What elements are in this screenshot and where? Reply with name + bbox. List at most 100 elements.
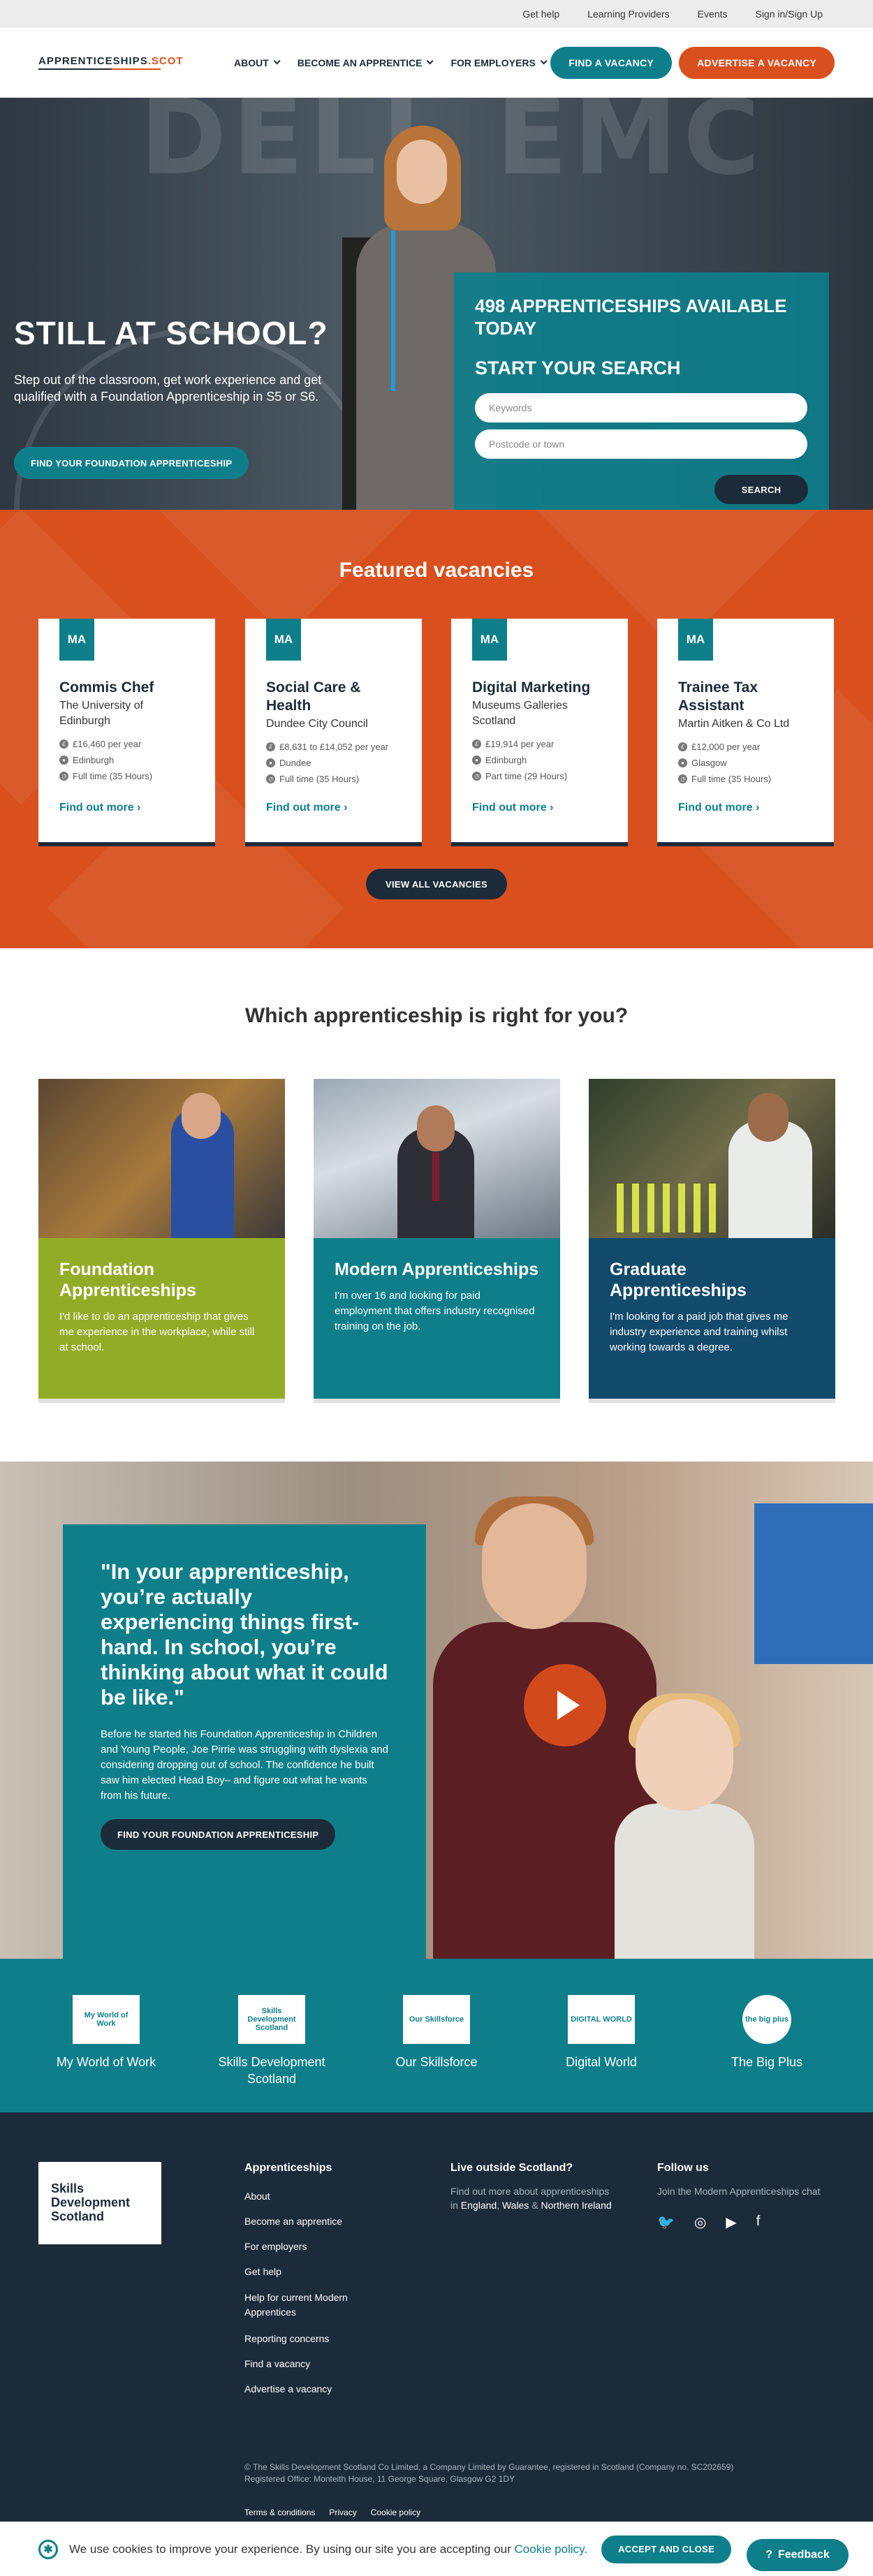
play-video-icon[interactable]: [524, 1664, 606, 1746]
feedback-button[interactable]: ? Feedback: [747, 2539, 849, 2571]
foundation-apprenticeship-card[interactable]: Foundation Apprenticeships I'd like to d…: [38, 1079, 285, 1403]
footer-link-get-help[interactable]: Get help: [244, 2265, 384, 2278]
view-all-vacancies-button[interactable]: VIEW ALL VACANCIES: [366, 869, 507, 899]
money-icon: £: [266, 742, 275, 751]
hero-title: STILL AT SCHOOL?: [14, 315, 328, 351]
vacancy-card[interactable]: MA Social Care & Health Dundee City Coun…: [245, 619, 422, 846]
nav-for-employers[interactable]: For employers: [450, 57, 548, 68]
nav-become-apprentice[interactable]: Become an apprentice: [298, 57, 434, 68]
footer-link-reporting-concerns[interactable]: Reporting concerns: [244, 2332, 384, 2345]
accept-cookies-button[interactable]: ACCEPT AND CLOSE: [601, 2535, 732, 2563]
chevron-down-icon: [427, 57, 434, 65]
vacancy-employer: The University of Edinburgh: [59, 700, 144, 727]
vacancy-card[interactable]: MA Digital Marketing Museums Galleries S…: [451, 619, 628, 846]
footer-link-become-apprentice[interactable]: Become an apprentice: [244, 2215, 384, 2228]
site-footer: Skills Development Scotland Apprenticesh…: [0, 2112, 873, 2576]
footer-link-find-vacancy[interactable]: Find a vacancy: [244, 2357, 384, 2370]
testimonial-quote: "In your apprenticeship, you’re actually…: [101, 1559, 388, 1709]
vacancy-pay: £ £12,000 per year: [678, 742, 813, 752]
partner-digital-world[interactable]: DIGITAL WORLD Digital World: [531, 1995, 671, 2070]
footer-link-wales[interactable]: Wales: [502, 2200, 529, 2211]
graduate-apprenticeship-card[interactable]: Graduate Apprenticeships I'm looking for…: [589, 1079, 835, 1403]
search-button[interactable]: SEARCH: [714, 475, 808, 504]
find-out-more-link[interactable]: Find out more ›: [472, 802, 553, 814]
vacancy-employer: Martin Aitken & Co Ltd: [678, 718, 790, 730]
vacancy-location: ● Dundee: [266, 758, 401, 768]
section-heading: Which apprenticeship is right for you?: [244, 1004, 629, 1027]
util-link-events[interactable]: Events: [698, 8, 728, 20]
footer-link-for-employers[interactable]: For employers: [244, 2240, 384, 2253]
card-text: I'm over 16 and looking for paid employm…: [335, 1290, 535, 1332]
featured-heading: Featured vacancies: [339, 559, 534, 582]
chevron-down-icon: [273, 57, 281, 65]
util-link-learning-providers[interactable]: Learning Providers: [587, 8, 670, 20]
card-title: Modern Apprenticeships: [335, 1260, 539, 1279]
footer-link-england[interactable]: England: [461, 2200, 497, 2211]
chat-icon: ?: [765, 2549, 772, 2561]
find-out-more-link[interactable]: Find out more ›: [678, 802, 759, 814]
modern-apprenticeship-card[interactable]: Modern Apprenticeships I'm over 16 and l…: [314, 1079, 560, 1403]
partner-skills-development-scotland[interactable]: Skills Development Scotland Skills Devel…: [202, 1995, 342, 2087]
footer-link-northern-ireland[interactable]: Northern Ireland: [541, 2200, 611, 2211]
clock-icon: ◷: [678, 774, 687, 783]
partner-label: My World of Work: [56, 2055, 156, 2069]
find-out-more-link[interactable]: Find out more ›: [59, 802, 140, 814]
partner-the-big-plus[interactable]: the big plus The Big Plus: [697, 1995, 837, 2070]
footer-column-title: Follow us: [657, 2162, 709, 2174]
footer-follow-column: Follow us Join the Modern Apprenticeship…: [657, 2162, 825, 2231]
logo-underline: [38, 68, 161, 70]
partner-my-world-of-work[interactable]: My World of Work My World of Work: [36, 1995, 176, 2070]
cookie-policy-link[interactable]: Cookie policy: [371, 2508, 420, 2517]
testimonial-video-section: "In your apprenticeship, you’re actually…: [0, 1462, 873, 1959]
vacancy-employer: Dundee City Council: [266, 718, 368, 730]
keywords-input[interactable]: Keywords: [475, 393, 807, 422]
find-out-more-link[interactable]: Find out more ›: [266, 802, 347, 814]
footer-sds-logo[interactable]: Skills Development Scotland: [38, 2162, 161, 2244]
vacancy-pay: £ £8,631 to £14,052 per year: [266, 742, 401, 752]
footer-link-advertise-vacancy[interactable]: Advertise a vacancy: [244, 2383, 384, 2395]
youtube-icon[interactable]: ▶: [726, 2214, 736, 2231]
privacy-link[interactable]: Privacy: [329, 2508, 356, 2517]
cookie-policy-inline-link[interactable]: Cookie policy.: [515, 2542, 588, 2556]
partner-label: The Big Plus: [731, 2055, 803, 2069]
card-image: [314, 1079, 560, 1238]
my-world-of-work-logo: My World of Work: [73, 1995, 140, 2044]
twitter-icon[interactable]: 🐦: [657, 2214, 675, 2231]
partner-links: My World of Work My World of Work Skills…: [0, 1959, 873, 2112]
location-pin-icon: ●: [59, 756, 68, 765]
find-vacancy-button[interactable]: FIND A VACANCY: [550, 46, 673, 79]
footer-apprenticeships-column: Apprenticeships About Become an apprenti…: [244, 2162, 384, 2395]
location-pin-icon: ●: [266, 758, 275, 767]
vacancy-hours: ◷ Full time (35 Hours): [59, 771, 194, 781]
hero-banner: DELL EMC STILL AT SCHOOL? Step out of th…: [0, 98, 873, 510]
hero-cta-button[interactable]: FIND YOUR FOUNDATION APPRENTICESHIP: [14, 447, 249, 479]
footer-column-title: Apprenticeships: [244, 2162, 332, 2174]
vacancy-title: Commis Chef: [59, 679, 154, 695]
card-panel: Foundation Apprenticeships I'd like to d…: [38, 1238, 285, 1399]
big-plus-logo: the big plus: [742, 1995, 791, 2044]
nav-about[interactable]: About: [234, 57, 281, 68]
instagram-icon[interactable]: ◎: [694, 2214, 706, 2231]
apprenticeships-count: 498 APPRENTICESHIPS AVAILABLE TODAY: [475, 295, 787, 339]
card-title: Foundation Apprenticeships: [59, 1260, 196, 1300]
sds-logo: Skills Development Scotland: [238, 1995, 305, 2044]
hero-subtitle: Step out of the classroom, get work expe…: [14, 373, 322, 404]
site-logo[interactable]: APPRENTICESHIPS.SCOT: [38, 55, 183, 70]
vacancy-card[interactable]: MA Commis Chef The University of Edinbur…: [38, 619, 215, 846]
util-link-sign-in[interactable]: Sign in/Sign Up: [755, 8, 823, 20]
postcode-input[interactable]: Postcode or town: [475, 429, 807, 459]
footer-link-about[interactable]: About: [244, 2190, 384, 2202]
clock-icon: ◷: [472, 772, 481, 781]
cookie-text: We use cookies to improve your experienc…: [69, 2542, 588, 2556]
testimonial-cta-button[interactable]: FIND YOUR FOUNDATION APPRENTICESHIP: [101, 1819, 336, 1850]
footer-link-help-current[interactable]: Help for current Modern Apprentices: [244, 2290, 384, 2320]
featured-vacancies: Featured vacancies MA Commis Chef The Un…: [0, 510, 873, 948]
advertise-vacancy-button[interactable]: ADVERTISE A VACANCY: [679, 46, 835, 79]
ma-badge: MA: [266, 619, 301, 661]
util-link-get-help[interactable]: Get help: [522, 8, 559, 20]
terms-link[interactable]: Terms & conditions: [244, 2508, 315, 2517]
vacancy-card[interactable]: MA Trainee Tax Assistant Martin Aitken &…: [657, 619, 834, 846]
partner-our-skillsforce[interactable]: Our Skillsforce Our Skillsforce: [367, 1995, 506, 2070]
testimonial-body: Before he started his Foundation Apprent…: [101, 1728, 388, 1802]
facebook-icon[interactable]: f: [756, 2214, 761, 2231]
